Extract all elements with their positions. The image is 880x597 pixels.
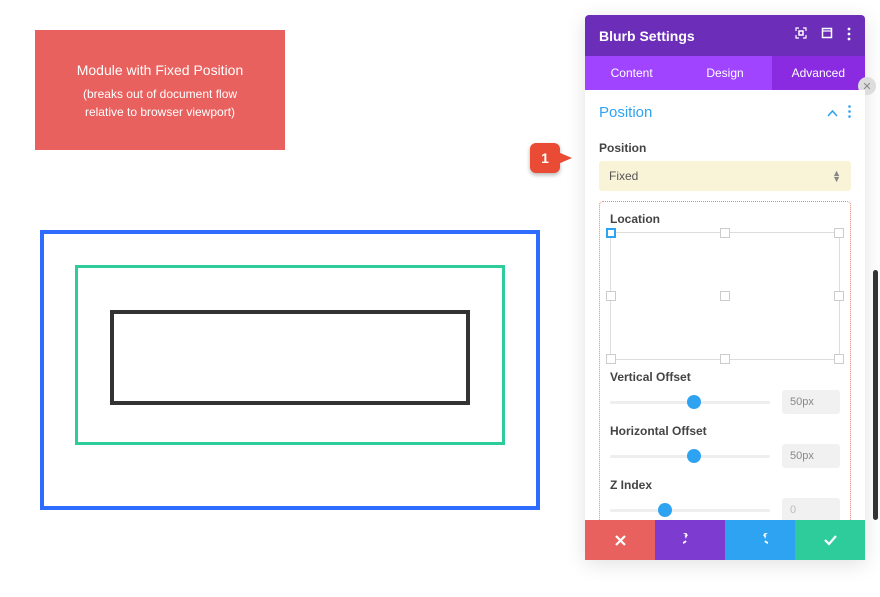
location-middle-center[interactable] <box>720 291 730 301</box>
fixed-module-illustration: Module with Fixed Position (breaks out o… <box>35 30 285 150</box>
panel-body: Position Position Fixed ▲▼ Location <box>585 90 865 520</box>
callout-number: 1 <box>541 150 549 166</box>
chevron-up-icon[interactable] <box>827 105 838 120</box>
redo-button[interactable] <box>725 520 795 560</box>
position-label: Position <box>599 141 851 155</box>
module-outline-illustration <box>110 310 470 405</box>
red-box-line2: relative to browser viewport) <box>85 103 235 121</box>
scrollbar[interactable] <box>873 270 878 520</box>
z-index-thumb[interactable] <box>658 503 672 517</box>
z-index-slider[interactable] <box>610 500 770 520</box>
section-more-icon[interactable] <box>848 105 851 121</box>
more-icon[interactable] <box>847 27 851 44</box>
z-index-label: Z Index <box>610 478 840 492</box>
location-bottom-center[interactable] <box>720 354 730 364</box>
horizontal-offset-label: Horizontal Offset <box>610 424 840 438</box>
panel-tabs: Content Design Advanced <box>585 56 865 90</box>
tab-content[interactable]: Content <box>585 56 678 90</box>
panel-footer <box>585 520 865 560</box>
panel-header: Blurb Settings <box>585 15 865 56</box>
vertical-offset-thumb[interactable] <box>687 395 701 409</box>
panel-title: Blurb Settings <box>599 28 695 44</box>
section-title: Position <box>599 104 652 121</box>
save-button[interactable] <box>795 520 865 560</box>
z-index-value[interactable]: 0 <box>782 498 840 520</box>
tab-design[interactable]: Design <box>678 56 771 90</box>
location-middle-left[interactable] <box>606 291 616 301</box>
red-box-line1: (breaks out of document flow <box>83 85 237 103</box>
location-label: Location <box>610 212 840 226</box>
expand-icon[interactable] <box>795 27 807 44</box>
vertical-offset-label: Vertical Offset <box>610 370 840 384</box>
cancel-button[interactable] <box>585 520 655 560</box>
position-select[interactable]: Fixed ▲▼ <box>599 161 851 191</box>
window-icon[interactable] <box>821 27 833 44</box>
location-middle-right[interactable] <box>834 291 844 301</box>
updown-icon: ▲▼ <box>832 170 841 182</box>
location-bottom-left[interactable] <box>606 354 616 364</box>
red-box-title: Module with Fixed Position <box>77 60 244 81</box>
horizontal-offset-value[interactable]: 50px <box>782 444 840 468</box>
highlighted-options-group: Location Vertical Offset 50px <box>599 201 851 520</box>
undo-button[interactable] <box>655 520 725 560</box>
location-picker[interactable] <box>610 232 840 360</box>
section-header-position[interactable]: Position <box>599 90 851 131</box>
horizontal-offset-thumb[interactable] <box>687 449 701 463</box>
position-value: Fixed <box>609 169 638 183</box>
location-bottom-right[interactable] <box>834 354 844 364</box>
vertical-offset-value[interactable]: 50px <box>782 390 840 414</box>
location-top-left[interactable] <box>606 228 616 238</box>
callout-badge: 1 <box>530 143 575 173</box>
location-top-right[interactable] <box>834 228 844 238</box>
horizontal-offset-slider[interactable] <box>610 446 770 466</box>
location-top-center[interactable] <box>720 228 730 238</box>
vertical-offset-slider[interactable] <box>610 392 770 412</box>
settings-panel: Blurb Settings Content Design Advanced ✕… <box>585 15 865 560</box>
tab-advanced[interactable]: Advanced <box>772 56 865 90</box>
